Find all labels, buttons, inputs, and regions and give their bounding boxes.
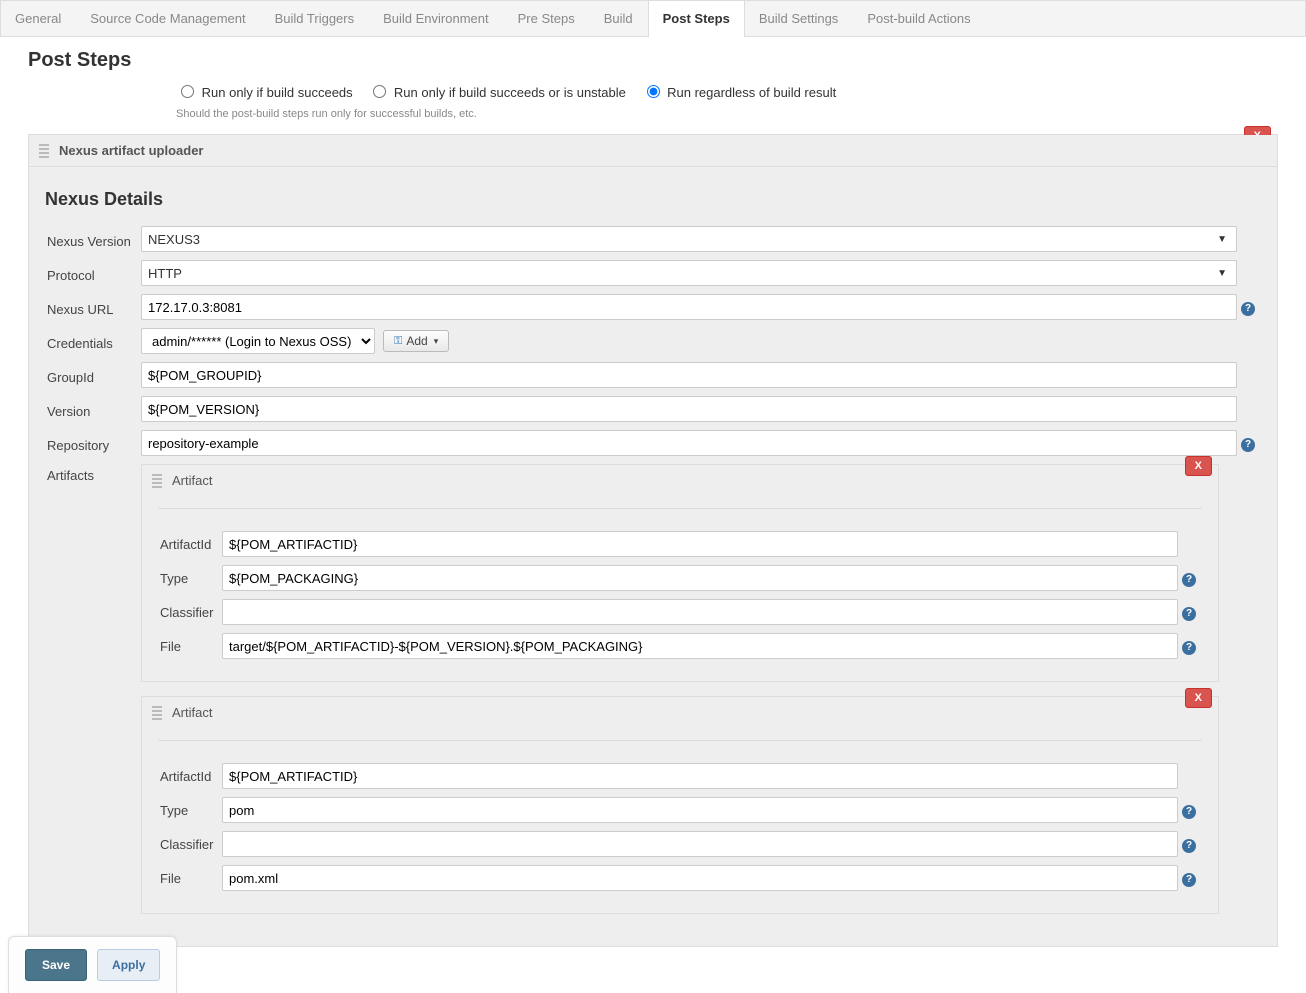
file-input[interactable]	[222, 865, 1178, 891]
artifact-panel: X Artifact ArtifactId Type	[141, 696, 1219, 914]
nexus-version-value: NEXUS3	[148, 232, 200, 247]
artifact-panel: X Artifact ArtifactId Type	[141, 464, 1219, 682]
chevron-down-icon: ▼	[1217, 234, 1230, 245]
run-always-radio[interactable]	[647, 85, 660, 98]
protocol-label: Protocol	[47, 264, 141, 283]
file-label: File	[160, 639, 222, 654]
artifact-panel-title: Artifact	[172, 705, 212, 720]
apply-button[interactable]: Apply	[97, 949, 160, 981]
nexus-url-input[interactable]	[141, 294, 1237, 320]
classifier-label: Classifier	[160, 837, 222, 852]
type-label: Type	[160, 803, 222, 818]
run-always-option[interactable]: Run regardless of build result	[642, 85, 837, 100]
protocol-value: HTTP	[148, 266, 182, 281]
page-title: Post Steps	[28, 49, 1306, 72]
run-only-success-radio[interactable]	[181, 85, 194, 98]
version-label: Version	[47, 400, 141, 419]
type-input[interactable]	[222, 797, 1178, 823]
artifactid-input[interactable]	[222, 763, 1178, 789]
artifact-panel-title: Artifact	[172, 473, 212, 488]
tab-scm[interactable]: Source Code Management	[76, 1, 260, 36]
repository-input[interactable]	[141, 430, 1237, 456]
run-condition-help: Should the post-build steps run only for…	[176, 108, 1306, 120]
type-label: Type	[160, 571, 222, 586]
help-icon[interactable]: ?	[1182, 641, 1196, 655]
repository-label: Repository	[47, 434, 141, 453]
type-input[interactable]	[222, 565, 1178, 591]
credentials-select[interactable]: admin/****** (Login to Nexus OSS)	[141, 328, 375, 354]
help-icon[interactable]: ?	[1182, 839, 1196, 853]
panel-title: Nexus artifact uploader	[59, 143, 204, 158]
version-input[interactable]	[141, 396, 1237, 422]
help-icon[interactable]: ?	[1182, 607, 1196, 621]
run-only-success-option[interactable]: Run only if build succeeds	[176, 85, 356, 100]
tab-pre-steps[interactable]: Pre Steps	[504, 1, 590, 36]
key-icon: ⚿	[394, 335, 402, 348]
add-credentials-label: Add	[406, 334, 427, 348]
file-input[interactable]	[222, 633, 1178, 659]
artifacts-label: Artifacts	[47, 464, 141, 483]
protocol-select[interactable]: HTTP ▼	[141, 260, 1237, 286]
artifactid-label: ArtifactId	[160, 769, 222, 784]
credentials-label: Credentials	[47, 332, 141, 351]
drag-handle-icon[interactable]	[39, 144, 49, 158]
help-icon[interactable]: ?	[1182, 573, 1196, 587]
run-success-unstable-radio[interactable]	[373, 85, 386, 98]
help-icon[interactable]: ?	[1182, 805, 1196, 819]
artifactid-label: ArtifactId	[160, 537, 222, 552]
nexus-url-label: Nexus URL	[47, 298, 141, 317]
drag-handle-icon[interactable]	[152, 474, 162, 488]
groupid-label: GroupId	[47, 366, 141, 385]
run-only-success-label: Run only if build succeeds	[202, 85, 353, 100]
tab-general[interactable]: General	[1, 1, 76, 36]
classifier-input[interactable]	[222, 599, 1178, 625]
nexus-version-label: Nexus Version	[47, 230, 141, 249]
tab-build-settings[interactable]: Build Settings	[745, 1, 854, 36]
save-button[interactable]: Save	[25, 949, 87, 981]
tab-postbuild-actions[interactable]: Post-build Actions	[853, 1, 985, 36]
help-icon[interactable]: ?	[1241, 438, 1255, 452]
panel-header: Nexus artifact uploader	[29, 135, 1277, 167]
tab-build-env[interactable]: Build Environment	[369, 1, 504, 36]
drag-handle-icon[interactable]	[152, 706, 162, 720]
nexus-uploader-panel: X Nexus artifact uploader Nexus Details …	[28, 134, 1278, 947]
groupid-input[interactable]	[141, 362, 1237, 388]
classifier-input[interactable]	[222, 831, 1178, 857]
chevron-down-icon: ▼	[1217, 268, 1230, 279]
run-condition-group: Run only if build succeeds Run only if b…	[176, 82, 1306, 100]
classifier-label: Classifier	[160, 605, 222, 620]
bottom-action-bar: Save Apply	[8, 936, 177, 993]
config-tabs: General Source Code Management Build Tri…	[0, 0, 1306, 37]
help-icon[interactable]: ?	[1241, 302, 1255, 316]
run-success-unstable-label: Run only if build succeeds or is unstabl…	[394, 85, 626, 100]
run-success-unstable-option[interactable]: Run only if build succeeds or is unstabl…	[368, 85, 629, 100]
file-label: File	[160, 871, 222, 886]
artifactid-input[interactable]	[222, 531, 1178, 557]
tab-post-steps[interactable]: Post Steps	[648, 0, 745, 37]
nexus-version-select[interactable]: NEXUS3 ▼	[141, 226, 1237, 252]
add-credentials-button[interactable]: ⚿ Add ▾	[383, 330, 449, 352]
chevron-down-icon: ▾	[434, 336, 439, 347]
nexus-details-title: Nexus Details	[45, 189, 1277, 210]
tab-build-triggers[interactable]: Build Triggers	[261, 1, 369, 36]
run-always-label: Run regardless of build result	[667, 85, 836, 100]
tab-build[interactable]: Build	[590, 1, 648, 36]
help-icon[interactable]: ?	[1182, 873, 1196, 887]
